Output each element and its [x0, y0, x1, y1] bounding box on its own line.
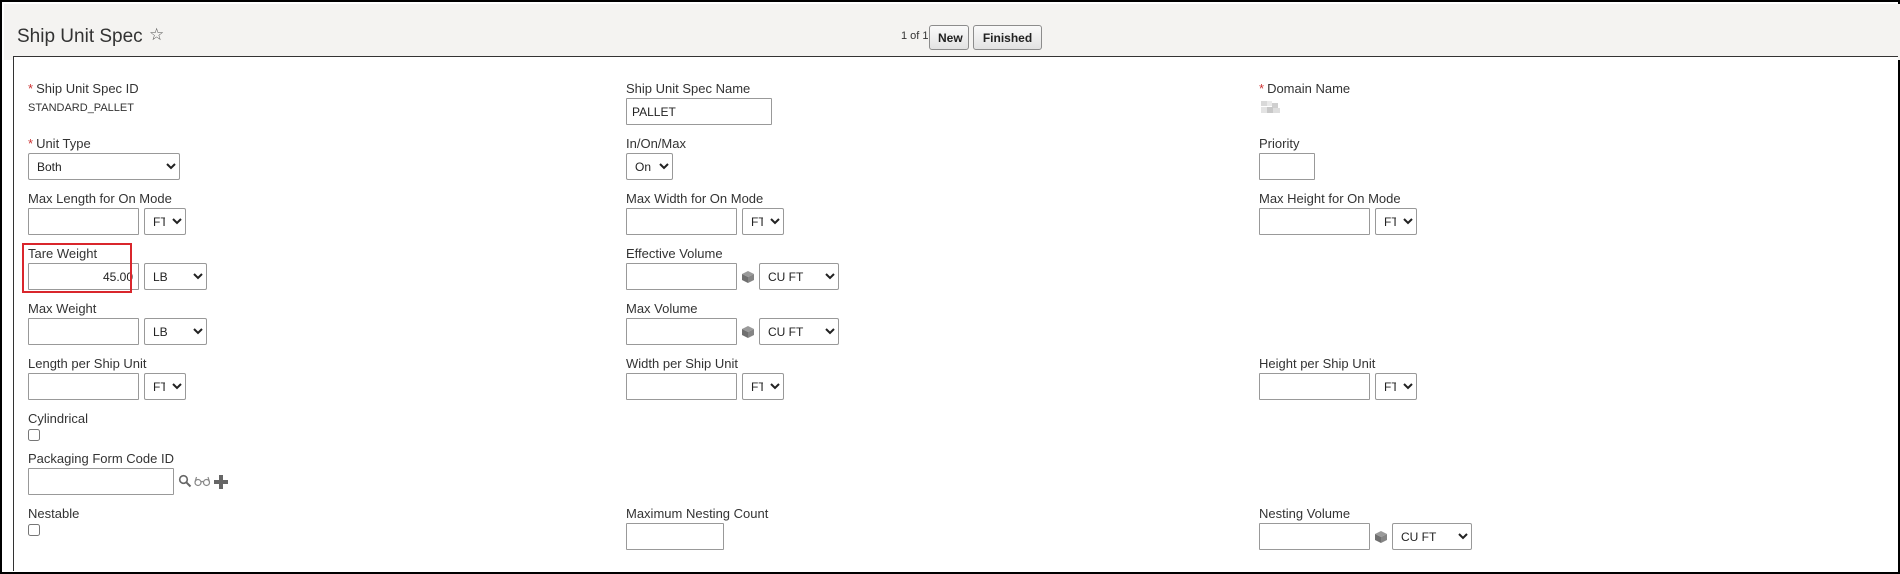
effective-volume-input[interactable] — [626, 263, 737, 290]
required-marker: * — [28, 136, 34, 151]
unit-type-label: * Unit Type — [28, 136, 91, 151]
domain-name-label-text: Domain Name — [1267, 81, 1351, 96]
page-title: Ship Unit Spec — [17, 26, 143, 47]
width-per-su-uom-select[interactable]: FT — [742, 373, 784, 400]
ship-unit-spec-name-label: Ship Unit Spec Name — [626, 81, 751, 96]
max-length-on-uom-select[interactable]: FT — [144, 208, 186, 235]
plus-icon[interactable] — [214, 475, 228, 489]
max-height-on-label: Max Height for On Mode — [1259, 191, 1401, 206]
max-nesting-count-label: Maximum Nesting Count — [626, 506, 769, 521]
cylindrical-checkbox[interactable] — [28, 429, 40, 441]
glasses-icon[interactable] — [194, 476, 211, 487]
max-nesting-count-input[interactable] — [626, 523, 724, 550]
height-per-su-label: Height per Ship Unit — [1259, 356, 1376, 371]
max-height-on-input[interactable] — [1259, 208, 1370, 235]
priority-label: Priority — [1259, 136, 1300, 151]
height-per-su-input[interactable] — [1259, 373, 1370, 400]
nesting-volume-label: Nesting Volume — [1259, 506, 1351, 521]
finished-button[interactable]: Finished — [973, 25, 1042, 50]
length-per-su-label: Length per Ship Unit — [28, 356, 147, 371]
nestable-label: Nestable — [28, 506, 80, 521]
nestable-checkbox[interactable] — [28, 524, 40, 536]
cube-icon[interactable] — [741, 325, 755, 339]
in-on-max-label: In/On/Max — [626, 136, 686, 151]
cube-icon[interactable] — [741, 270, 755, 284]
star-icon[interactable]: ☆ — [149, 25, 164, 45]
max-length-on-input[interactable] — [28, 208, 139, 235]
max-volume-label: Max Volume — [626, 301, 698, 316]
required-marker: * — [1259, 81, 1265, 96]
packaging-form-code-label: Packaging Form Code ID — [28, 451, 174, 466]
tare-weight-highlight-box — [22, 243, 132, 293]
max-weight-input[interactable] — [28, 318, 139, 345]
nesting-volume-uom-select[interactable]: CU FT — [1392, 523, 1472, 550]
cylindrical-label: Cylindrical — [28, 411, 88, 426]
unit-type-label-text: Unit Type — [36, 136, 91, 151]
new-button[interactable]: New — [929, 25, 969, 50]
max-height-on-uom-select[interactable]: FT — [1375, 208, 1417, 235]
search-icon[interactable] — [178, 474, 192, 488]
domain-name-value-blurred — [1261, 101, 1280, 113]
domain-name-label: * Domain Name — [1259, 81, 1350, 96]
cube-icon[interactable] — [1374, 530, 1388, 544]
height-per-su-uom-select[interactable]: FT — [1375, 373, 1417, 400]
max-weight-uom-select[interactable]: LB — [144, 318, 207, 345]
pager-text: 1 of 1 — [901, 30, 929, 42]
length-per-su-input[interactable] — [28, 373, 139, 400]
max-width-on-label: Max Width for On Mode — [626, 191, 764, 206]
max-length-on-label: Max Length for On Mode — [28, 191, 172, 206]
ship-unit-spec-id-label: * Ship Unit Spec ID — [28, 81, 139, 96]
max-width-on-input[interactable] — [626, 208, 737, 235]
width-per-su-label: Width per Ship Unit — [626, 356, 738, 371]
page-header: Ship Unit Spec ☆ 1 of 1 New Finished — [4, 4, 1900, 60]
priority-input[interactable] — [1259, 153, 1315, 180]
max-volume-uom-select[interactable]: CU FT — [759, 318, 839, 345]
form-content: * Ship Unit Spec ID STANDARD_PALLET Ship … — [13, 56, 1898, 571]
ship-unit-spec-id-value: STANDARD_PALLET — [28, 102, 134, 114]
max-volume-input[interactable] — [626, 318, 737, 345]
length-per-su-uom-select[interactable]: FT — [144, 373, 186, 400]
effective-volume-label: Effective Volume — [626, 246, 723, 261]
max-weight-label: Max Weight — [28, 301, 97, 316]
tare-weight-uom-select[interactable]: LB — [144, 263, 207, 290]
ship-unit-spec-name-input[interactable] — [626, 98, 772, 125]
effective-volume-uom-select[interactable]: CU FT — [759, 263, 839, 290]
nesting-volume-input[interactable] — [1259, 523, 1370, 550]
unit-type-select[interactable]: Both — [28, 153, 180, 180]
ship-unit-spec-id-label-text: Ship Unit Spec ID — [36, 81, 139, 96]
required-marker: * — [28, 81, 34, 96]
packaging-form-code-input[interactable] — [28, 468, 174, 495]
width-per-su-input[interactable] — [626, 373, 737, 400]
max-width-on-uom-select[interactable]: FT — [742, 208, 784, 235]
in-on-max-select[interactable]: On — [626, 153, 673, 180]
